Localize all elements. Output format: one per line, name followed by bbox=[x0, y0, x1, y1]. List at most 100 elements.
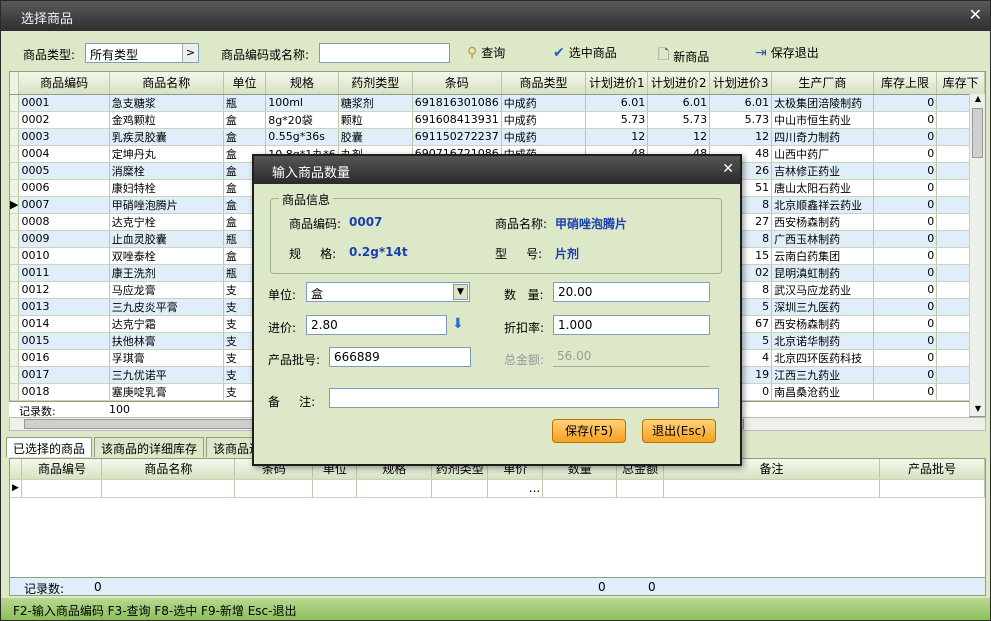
row-indicator bbox=[10, 315, 20, 333]
column-header[interactable]: 计划进价1 bbox=[585, 72, 649, 95]
column-header[interactable]: 条码 bbox=[412, 72, 502, 95]
table-cell: 0018 bbox=[18, 383, 110, 401]
table-cell: 5.73 bbox=[647, 111, 711, 129]
table-cell: 5.73 bbox=[585, 111, 649, 129]
table-row[interactable]: ▶ ... bbox=[10, 479, 985, 498]
column-header[interactable]: 计划进价2 bbox=[647, 72, 711, 95]
row-indicator-icon: ▶ bbox=[10, 479, 23, 498]
column-header[interactable]: 库存上限 bbox=[873, 72, 938, 95]
scroll-thumb[interactable] bbox=[972, 108, 983, 158]
row-indicator bbox=[10, 366, 20, 384]
vertical-scrollbar[interactable]: ▲ ▼ bbox=[969, 94, 985, 416]
type-select-value: 所有类型 bbox=[90, 48, 139, 62]
column-header[interactable]: 商品编号 bbox=[21, 459, 103, 480]
table-row[interactable]: 0002 金鸡颗粒盒 8g*20袋 颗粒 6916084139​31 中成药 5.73 5.7… bbox=[10, 111, 985, 129]
arrow-down-icon[interactable]: ⬇ bbox=[452, 316, 464, 332]
table-cell: 0 bbox=[873, 315, 938, 333]
unit-label: 单位: bbox=[268, 288, 297, 302]
table-cell: 8g*20袋 bbox=[265, 111, 339, 129]
save-exit-button[interactable]: ⇥ 保存退出 bbox=[755, 44, 819, 61]
tab-stock-detail[interactable]: 该商品的详细库存 bbox=[94, 437, 205, 457]
table-cell: 0 bbox=[873, 281, 938, 299]
query-button[interactable]: ⚲ 查询 bbox=[467, 44, 505, 61]
exit-button[interactable]: 退出(Esc) bbox=[642, 419, 716, 443]
discount-input[interactable]: 1.000 bbox=[553, 315, 710, 335]
column-header[interactable]: 商品类型 bbox=[501, 72, 587, 95]
table-cell: 0003 bbox=[18, 128, 110, 146]
table-cell: 双唑泰栓 bbox=[109, 247, 224, 265]
selected-items-footer: 记录数: 0 0 0 bbox=[10, 577, 985, 595]
scroll-up-icon[interactable]: ▲ bbox=[970, 94, 985, 106]
table-cell: 西安杨森制药 bbox=[771, 315, 874, 333]
chevron-right-icon[interactable]: > bbox=[182, 44, 198, 62]
table-cell: 100ml bbox=[265, 94, 339, 112]
table-cell: 5.73 bbox=[709, 111, 773, 129]
table-cell: 太极集团涪陵制药 bbox=[771, 94, 874, 112]
close-icon[interactable]: ✕ bbox=[969, 5, 982, 24]
table-cell: 0 bbox=[873, 230, 938, 248]
table-cell: 中成药 bbox=[501, 111, 587, 129]
table-cell: 定坤丹丸 bbox=[109, 145, 224, 163]
title-bar: 选择商品 ✕ bbox=[1, 1, 990, 31]
chevron-down-icon[interactable]: ▼ bbox=[453, 284, 468, 300]
tab-selected-items[interactable]: 已选择的商品 bbox=[6, 437, 93, 457]
price-input[interactable]: 2.80 bbox=[306, 315, 447, 335]
spec-label: 规 格: bbox=[289, 247, 337, 261]
column-header[interactable]: 商品名称 bbox=[101, 459, 236, 480]
total-label: 总金额: bbox=[504, 353, 545, 367]
scroll-down-icon[interactable]: ▼ bbox=[970, 404, 985, 416]
product-info-group: 商品信息 商品编码: 0007 商品名称: 甲硝唑泡腾片 规 格: 0.2g*1… bbox=[270, 191, 722, 274]
column-header[interactable]: 药剂类型 bbox=[338, 72, 413, 95]
note-input[interactable] bbox=[329, 388, 719, 408]
ellipsis-cell[interactable]: ... bbox=[487, 479, 544, 498]
table-cell: 0009 bbox=[18, 230, 110, 248]
batch-input[interactable]: 666889 bbox=[329, 347, 471, 367]
unit-select[interactable]: 盒 ▼ bbox=[306, 282, 470, 302]
table-cell: 6916084139​31 bbox=[412, 111, 502, 129]
save-button[interactable]: 保存(F5) bbox=[552, 419, 626, 443]
column-header[interactable]: 产品批号 bbox=[879, 459, 985, 480]
column-header[interactable]: 规格 bbox=[265, 72, 339, 95]
note-label: 备 注: bbox=[268, 395, 316, 409]
table-cell: 昆明滇虹制药 bbox=[771, 264, 874, 282]
new-item-button[interactable]: 🗋 新商品 bbox=[658, 44, 709, 68]
table-cell: 0011 bbox=[18, 264, 110, 282]
table-cell: 0001 bbox=[18, 94, 110, 112]
query-label: 查询 bbox=[481, 46, 506, 60]
toolbar: 商品类型: 所有类型 > 商品编码或名称: ⚲ 查询 ✔ 选中商品 🗋 新商品 … bbox=[1, 31, 990, 71]
name-label: 商品名称: bbox=[495, 217, 548, 231]
table-cell: 北京诺华制药 bbox=[771, 332, 874, 350]
table-cell: 0015 bbox=[18, 332, 110, 350]
table-row[interactable]: 0001 急支糖浆瓶 100ml 糖浆剂 6918163010​86 中成药 6.01 6.0… bbox=[10, 94, 985, 112]
selected-items-grid: 商品编号 商品名称 条码 单位 规格 药剂类型 单价 数量 总金额 备注 产品批号 ▶ ... 记录… bbox=[9, 458, 986, 596]
price-label: 进价: bbox=[268, 321, 297, 335]
qty-label: 数 量: bbox=[504, 288, 544, 302]
table-cell: 马应龙膏 bbox=[109, 281, 224, 299]
table-cell: 唐山太阳石药业 bbox=[771, 179, 874, 197]
column-header[interactable]: 库存下 bbox=[936, 72, 985, 95]
table-cell: 南昌桑沧药业 bbox=[771, 383, 874, 401]
column-header[interactable]: 生产厂商 bbox=[771, 72, 874, 95]
table-row[interactable]: 0003 乳疾灵胶囊盒 0.55g*36s 胶囊 6911502722​37 中成药 12 1… bbox=[10, 128, 985, 146]
close-icon[interactable]: ✕ bbox=[722, 161, 734, 177]
column-header[interactable]: 商品名称 bbox=[109, 72, 224, 95]
table-cell: 北京四环医药科技 bbox=[771, 349, 874, 367]
batch-label: 产品批号: bbox=[268, 353, 321, 367]
document-icon: 🗋 bbox=[658, 47, 670, 63]
select-item-label: 选中商品 bbox=[568, 46, 617, 60]
spec-value: 0.2g*14t bbox=[349, 245, 408, 259]
qty-input[interactable]: 20.00 bbox=[553, 282, 710, 302]
table-cell: 0010 bbox=[18, 247, 110, 265]
code-search-input[interactable] bbox=[319, 43, 450, 63]
select-item-button[interactable]: ✔ 选中商品 bbox=[553, 44, 617, 61]
column-header[interactable]: 计划进价3 bbox=[709, 72, 773, 95]
type-select[interactable]: 所有类型 > bbox=[85, 43, 199, 63]
type-label: 商品类型: bbox=[23, 48, 76, 62]
table-cell: 6911502722​37 bbox=[412, 128, 502, 146]
table-cell: 6.01 bbox=[647, 94, 711, 112]
column-header[interactable]: 单位 bbox=[223, 72, 267, 95]
table-cell: 0 bbox=[873, 111, 938, 129]
table-cell: 西安杨森制药 bbox=[771, 213, 874, 231]
table-cell: 急支糖浆 bbox=[109, 94, 224, 112]
column-header[interactable]: 商品编码 bbox=[18, 72, 110, 95]
